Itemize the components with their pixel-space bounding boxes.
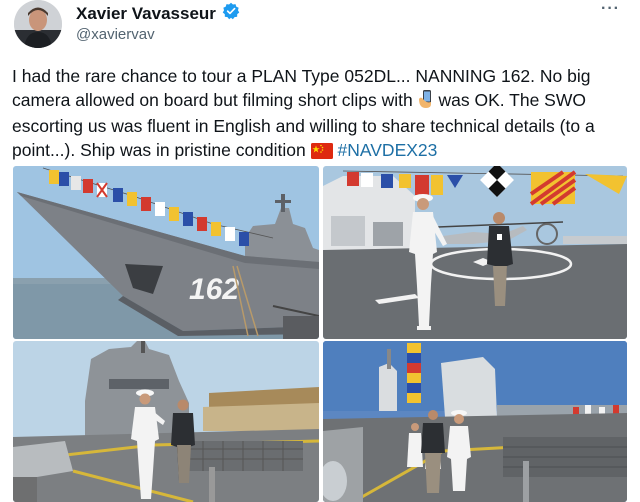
deck-crew-photo[interactable] xyxy=(323,341,627,502)
ship-hull-photo[interactable]: 162 xyxy=(13,166,319,339)
more-options-button[interactable]: ··· xyxy=(601,0,620,18)
author-name-row[interactable]: Xavier Vavasseur xyxy=(76,2,240,25)
photo-grid: 162 xyxy=(0,160,640,502)
hashtag-link[interactable]: #NAVDEX23 xyxy=(338,140,438,160)
flight-deck-photo[interactable] xyxy=(323,166,627,339)
author-handle[interactable]: @xaviervav xyxy=(76,26,155,43)
tweet-header: Xavier Vavasseur @xaviervav ··· xyxy=(0,0,640,60)
avatar[interactable] xyxy=(14,0,62,48)
hull-number: 162 xyxy=(189,273,239,306)
forecastle-guide-photo[interactable] xyxy=(13,341,319,502)
author-name[interactable]: Xavier Vavasseur xyxy=(76,4,216,24)
phone-emoji-icon xyxy=(418,89,434,116)
tweet-text: I had the rare chance to tour a PLAN Typ… xyxy=(12,65,624,165)
verified-badge-icon xyxy=(222,2,240,25)
